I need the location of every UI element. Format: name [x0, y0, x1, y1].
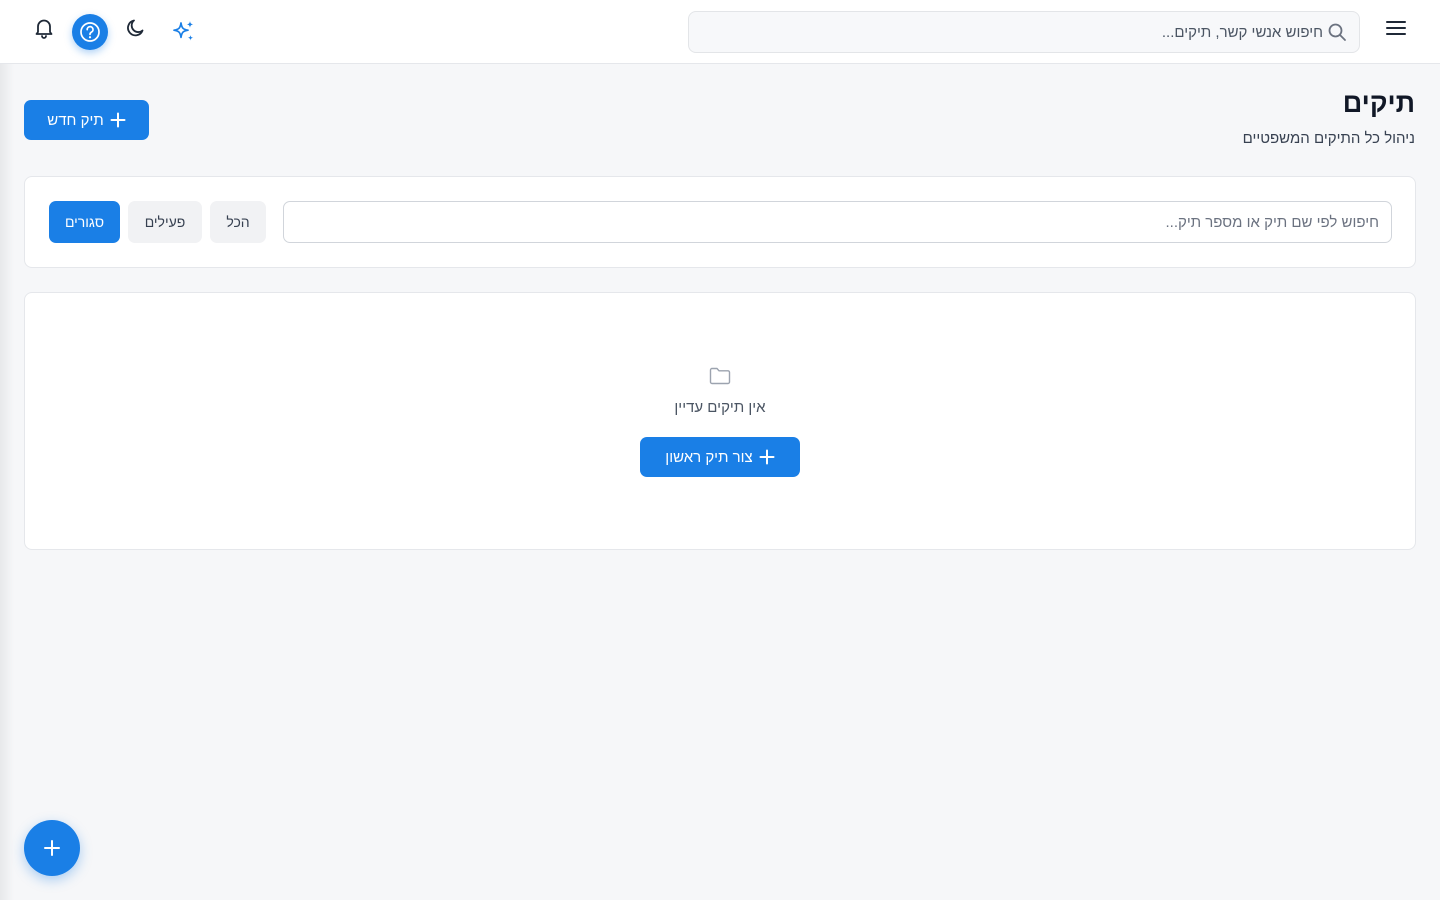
- sparkle-icon: [173, 21, 194, 41]
- quick-add-fab[interactable]: [24, 820, 80, 876]
- plus-icon: [759, 449, 775, 465]
- menu-button[interactable]: [1380, 12, 1412, 44]
- search-icon: [1328, 23, 1346, 41]
- moon-icon: [127, 19, 144, 37]
- filter-closed-button[interactable]: סגורים: [49, 201, 120, 243]
- folder-icon: [709, 367, 731, 385]
- plus-icon: [44, 840, 60, 856]
- cases-list-card: אין תיקים עדיין צור תיק ראשון: [24, 292, 1416, 550]
- global-search: [688, 11, 1360, 53]
- new-case-label: תיק חדש: [47, 111, 104, 129]
- help-button[interactable]: [72, 14, 108, 50]
- filter-card: הכל פעילים סגורים: [24, 176, 1416, 268]
- global-search-input[interactable]: [689, 12, 1323, 52]
- bell-icon: [35, 19, 53, 39]
- empty-state-message: אין תיקים עדיין: [674, 399, 766, 416]
- case-search-input[interactable]: [283, 201, 1392, 243]
- filter-all-button[interactable]: הכל: [210, 201, 266, 243]
- create-first-case-button[interactable]: צור תיק ראשון: [640, 437, 800, 477]
- create-first-case-label: צור תיק ראשון: [665, 448, 753, 466]
- top-bar: [0, 0, 1440, 64]
- sidebar-edge-shadow: [0, 64, 14, 900]
- plus-icon: [110, 112, 126, 128]
- notifications-button[interactable]: [26, 10, 62, 46]
- page-subtitle: ניהול כל התיקים המשפטיים: [1242, 130, 1415, 147]
- new-case-button[interactable]: תיק חדש: [24, 100, 149, 140]
- hamburger-menu-icon: [1386, 21, 1406, 35]
- help-icon: [80, 22, 100, 42]
- ai-assistant-button[interactable]: [166, 14, 202, 50]
- page-title: תיקים: [1342, 88, 1415, 118]
- dark-mode-toggle[interactable]: [118, 10, 154, 46]
- filter-active-button[interactable]: פעילים: [128, 201, 202, 243]
